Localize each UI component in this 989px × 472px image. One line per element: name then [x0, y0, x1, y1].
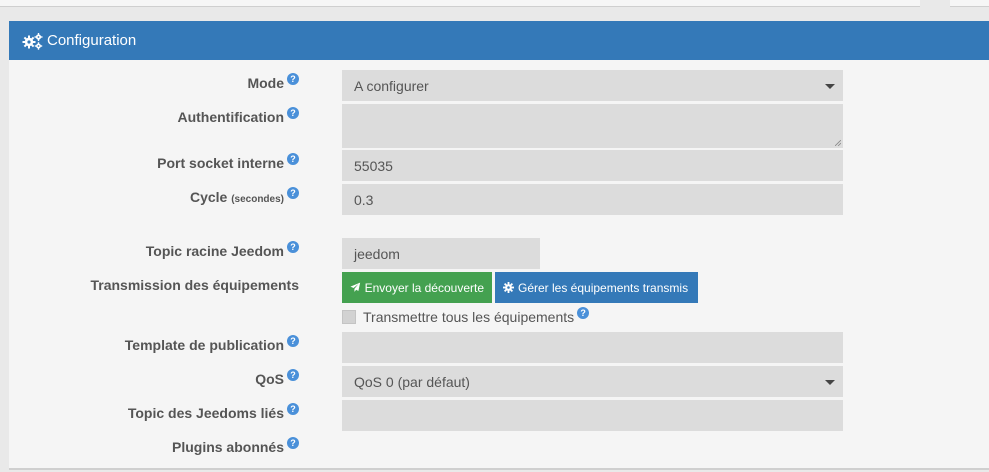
cycle-unit: (secondes)	[231, 194, 284, 205]
plugins-label: Plugins abonnés?	[171, 437, 299, 455]
auth-label: Authentification?	[177, 107, 299, 125]
transmission-label-text: Transmission des équipements	[90, 277, 299, 293]
panel-title: Configuration	[47, 32, 137, 49]
help-icon[interactable]: ?	[287, 403, 299, 415]
help-icon[interactable]: ?	[287, 241, 299, 253]
previous-panel-edge-right	[950, 0, 989, 7]
port-label: Port socket interne?	[157, 153, 299, 171]
previous-panel-edge	[0, 0, 920, 7]
linked-topics-label-text: Topic des Jeedoms liés	[127, 405, 284, 421]
port-input[interactable]: 55035	[342, 150, 843, 181]
mode-select[interactable]: A configurer	[342, 70, 843, 101]
qos-select-value: QoS 0 (par défaut)	[354, 373, 470, 390]
manage-equipments-button[interactable]: Gérer les équipements transmis	[495, 272, 698, 303]
template-label-text: Template de publication	[124, 337, 284, 353]
topic-root-input[interactable]: jeedom	[342, 238, 540, 269]
panel-header: Configuration	[9, 21, 989, 60]
mode-select-value: A configurer	[354, 77, 429, 94]
template-label: Template de publication?	[124, 335, 299, 353]
manage-equipments-label: Gérer les équipements transmis	[518, 280, 689, 295]
topic-root-label-text: Topic racine Jeedom	[145, 243, 284, 259]
template-input[interactable]	[342, 332, 843, 363]
qos-select[interactable]: QoS 0 (par défaut)	[342, 366, 843, 397]
help-icon[interactable]: ?	[577, 307, 590, 319]
chevron-down-icon	[825, 379, 835, 385]
cycle-input[interactable]: 0.3	[342, 184, 843, 215]
port-label-text: Port socket interne	[157, 155, 284, 171]
plugins-label-text: Plugins abonnés	[171, 439, 284, 455]
linked-topics-input[interactable]	[342, 400, 843, 431]
resize-handle-icon[interactable]	[835, 140, 841, 146]
help-icon[interactable]: ?	[287, 153, 299, 165]
help-icon[interactable]: ?	[287, 369, 299, 381]
mode-label-text: Mode	[247, 75, 284, 91]
cycle-input-value: 0.3	[354, 191, 374, 208]
transmit-all-checkbox[interactable]	[342, 310, 356, 324]
send-discovery-button[interactable]: Envoyer la découverte	[342, 272, 492, 303]
cycle-label: Cycle (secondes)?	[189, 187, 299, 205]
linked-topics-label: Topic des Jeedoms liés?	[127, 403, 299, 421]
transmission-label: Transmission des équipements	[90, 277, 299, 293]
auth-textarea[interactable]	[342, 104, 843, 148]
help-icon[interactable]: ?	[287, 73, 299, 85]
help-icon[interactable]: ?	[287, 107, 299, 119]
transmit-all-label-text: Transmettre tous les équipements	[363, 309, 575, 325]
chevron-down-icon	[825, 83, 835, 89]
transmit-all-label: Transmettre tous les équipements?	[363, 307, 590, 325]
paper-plane-icon	[350, 282, 361, 292]
topic-root-input-value: jeedom	[354, 245, 400, 262]
send-discovery-label: Envoyer la découverte	[364, 280, 484, 295]
qos-label-text: QoS	[255, 371, 284, 387]
help-icon[interactable]: ?	[287, 335, 299, 347]
cycle-label-text: Cycle	[189, 189, 228, 205]
mode-label: Mode?	[247, 73, 299, 91]
gear-icon	[503, 282, 514, 293]
qos-label: QoS?	[255, 369, 299, 387]
cogs-icon	[22, 32, 44, 50]
help-icon[interactable]: ?	[287, 437, 299, 449]
auth-label-text: Authentification	[177, 109, 284, 125]
topic-root-label: Topic racine Jeedom?	[145, 241, 299, 259]
port-input-value: 55035	[354, 157, 393, 174]
help-icon[interactable]: ?	[287, 187, 299, 199]
